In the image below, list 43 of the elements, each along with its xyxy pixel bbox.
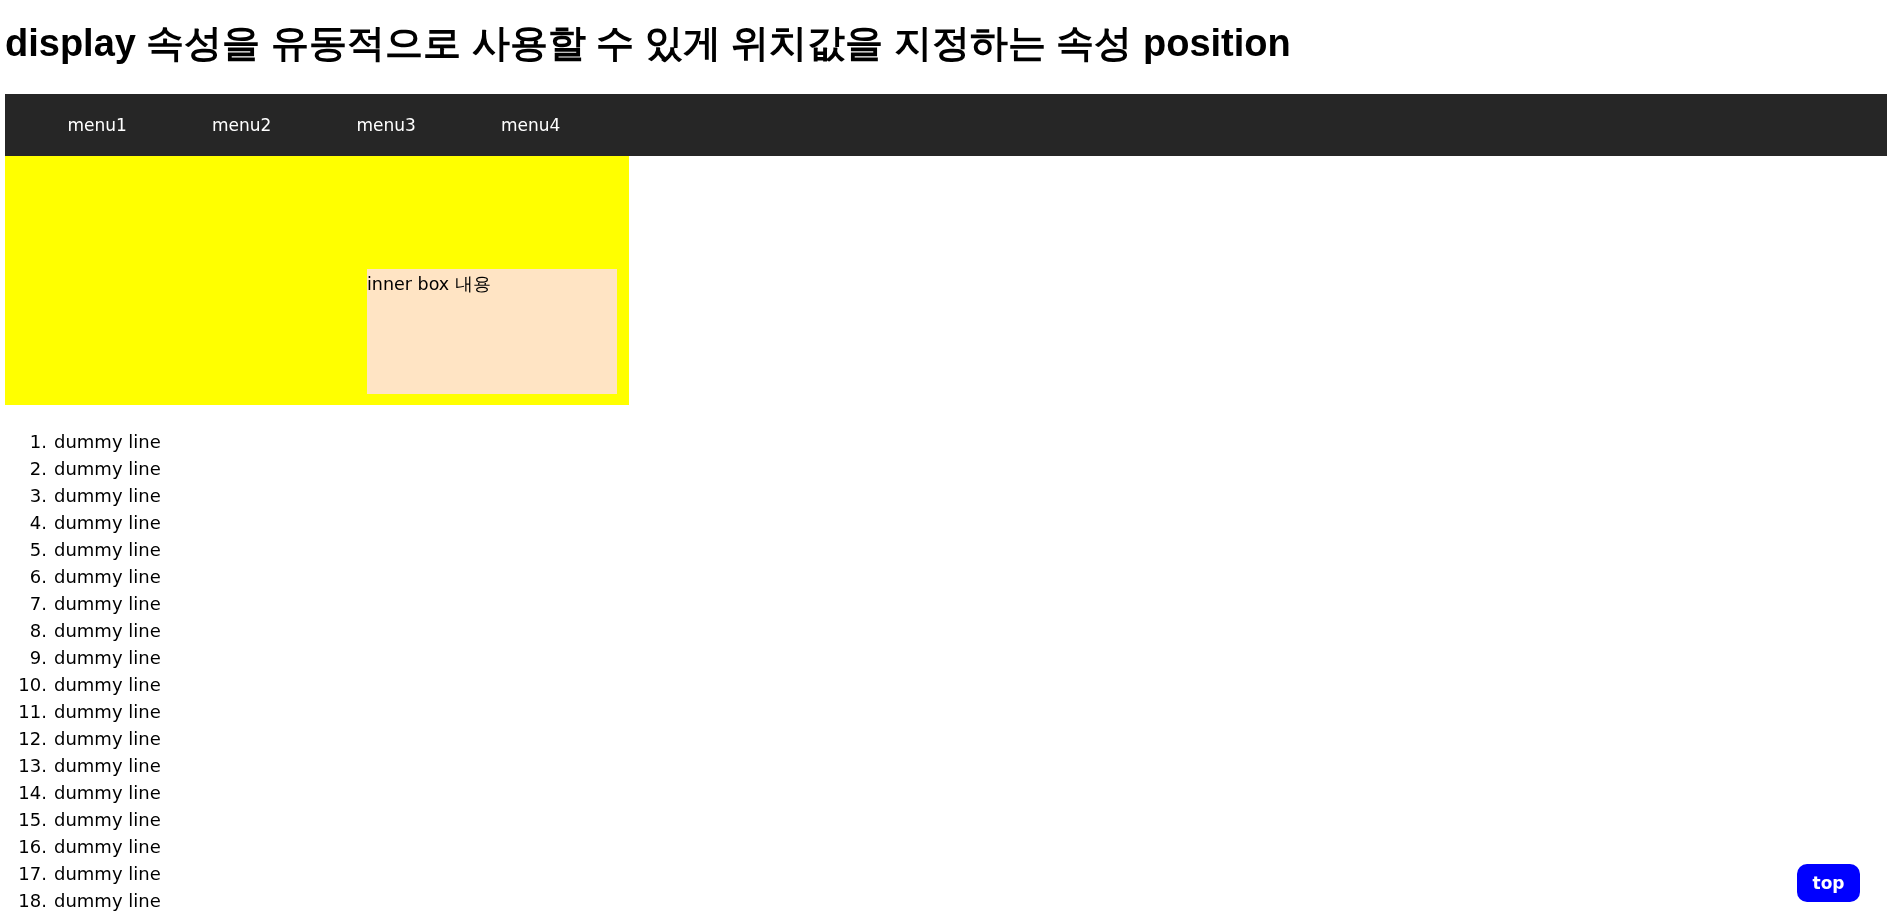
menu-link[interactable]: menu1 [25,111,170,139]
top-button[interactable]: top [1797,864,1860,902]
list-item-text: dummy line [54,647,161,668]
list-item-text: dummy line [54,728,161,749]
list-number: 6. [28,566,47,587]
list-number: 10. [17,674,47,695]
list-item-text: dummy line [54,809,161,830]
menu-link[interactable]: menu2 [169,111,314,139]
list-number: 14. [17,782,47,803]
list-item-text: dummy line [54,890,161,911]
list-item-text: dummy line [54,701,161,722]
list-number: 3. [28,485,47,506]
menu-link[interactable]: menu3 [314,111,459,139]
list-number: 18. [17,890,47,911]
list-item-text: dummy line [54,458,161,479]
list-number: 1. [28,431,47,452]
list-number: 13. [17,755,47,776]
list-item-text: dummy line [54,539,161,560]
list-item-text: dummy line [54,593,161,614]
list-number: 4. [28,512,47,533]
list-item-text: dummy line [54,485,161,506]
list-number: 7. [28,593,47,614]
list-item-text: dummy line [54,755,161,776]
list-number: 16. [17,836,47,857]
list-number: 15. [17,809,47,830]
inner-panel: inner box 내용 [367,269,617,394]
page-title: display 속성을 유동적으로 사용할 수 있게 위치값을 지정하는 속성 position [5,21,1291,66]
list-item-text: dummy line [54,782,161,803]
menu-link[interactable]: menu4 [458,111,603,139]
list-number: 17. [17,863,47,884]
list-item-text: dummy line [54,431,161,452]
list-number: 5. [28,539,47,560]
list-item-text: dummy line [54,674,161,695]
list-item-text: dummy line [54,620,161,641]
list-number: 12. [17,728,47,749]
list-number: 11. [17,701,47,722]
list-item-text: dummy line [54,566,161,587]
list-number: 9. [28,647,47,668]
list-item-text: dummy line [54,836,161,857]
list-number: 2. [28,458,47,479]
list-number: 8. [28,620,47,641]
list-item-text: dummy line [54,863,161,884]
list-item-text: dummy line [54,512,161,533]
